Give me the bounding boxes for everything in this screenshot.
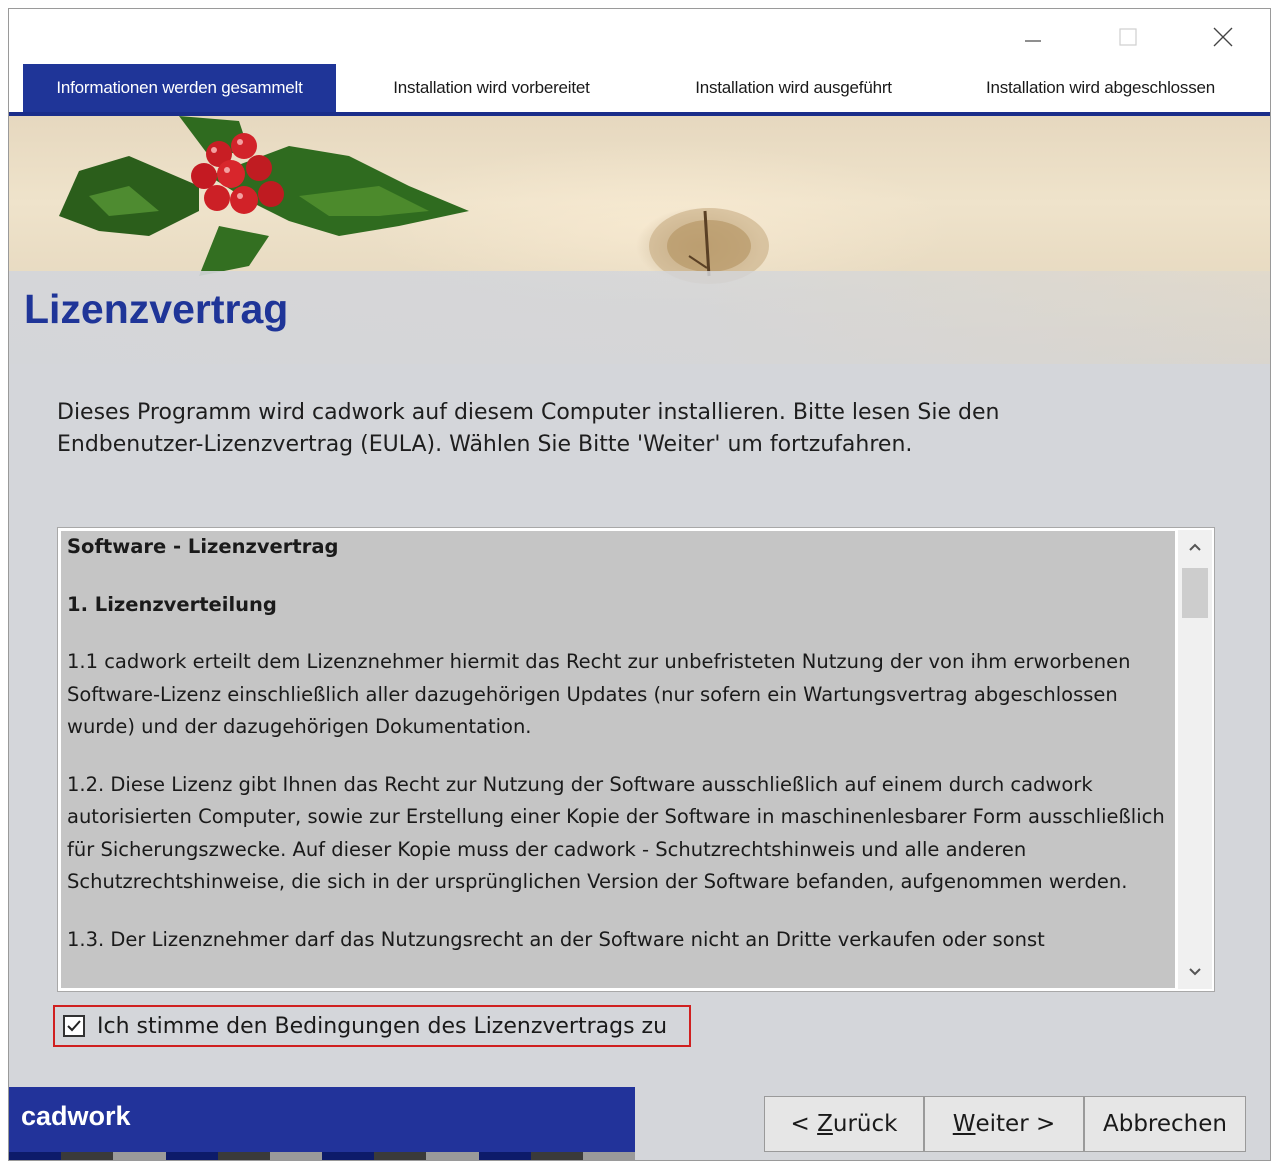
eula-paragraph: 1.2. Diese Lizenz gibt Ihnen das Recht z… xyxy=(67,772,1165,894)
eula-paragraph: 1.3. Der Lizenznehmer darf das Nutzungsr… xyxy=(67,927,1045,951)
next-button-label: eiter > xyxy=(975,1111,1056,1137)
eula-section-title: 1. Lizenzverteilung xyxy=(67,592,277,616)
scroll-up-button[interactable] xyxy=(1178,530,1212,564)
brand-bar: cadwork xyxy=(9,1087,636,1160)
eula-paragraph: 1.1 cadwork erteilt dem Lizenznehmer hie… xyxy=(67,650,1131,738)
cancel-button[interactable]: Abbrechen xyxy=(1084,1096,1246,1152)
minimize-icon xyxy=(1025,40,1041,42)
intro-line: Dieses Programm wird cadwork auf diesem … xyxy=(57,400,1000,425)
tab-step-prepare: Installation wird vorbereitet xyxy=(349,64,634,112)
back-button-prefix: < xyxy=(790,1111,818,1137)
maximize-button[interactable] xyxy=(1105,17,1151,57)
tab-label: Installation wird vorbereitet xyxy=(393,78,590,97)
tab-label: Installation wird abgeschlossen xyxy=(985,78,1216,97)
intro-text: Dieses Programm wird cadwork auf diesem … xyxy=(57,397,1157,461)
eula-textbox[interactable]: Software - Lizenzvertrag 1. Lizenzvertei… xyxy=(57,527,1215,992)
agreement-highlight: Ich stimme den Bedingungen des Lizenzver… xyxy=(53,1005,691,1047)
tab-label: Installation wird ausgeführt xyxy=(695,78,892,97)
intro-line: Endbenutzer-Lizenzvertrag (EULA). Wählen… xyxy=(57,432,913,457)
chevron-up-icon xyxy=(1189,543,1201,551)
agreement-label[interactable]: Ich stimme den Bedingungen des Lizenzver… xyxy=(97,1014,667,1039)
next-button[interactable]: Weiter > xyxy=(924,1096,1084,1152)
brand-logo-text: cadwork xyxy=(21,1101,131,1131)
close-icon xyxy=(1213,27,1233,47)
back-button-mnemonic: Z xyxy=(817,1111,833,1137)
chevron-down-icon xyxy=(1189,968,1201,976)
header-banner: Lizenzvertrag xyxy=(9,116,1270,364)
installer-window: Informationen werden gesammelt Installat… xyxy=(8,8,1271,1161)
eula-heading: Software - Lizenzvertrag xyxy=(67,535,339,558)
close-button[interactable] xyxy=(1200,17,1246,57)
tab-step-information: Informationen werden gesammelt xyxy=(23,64,336,112)
vertical-scrollbar[interactable] xyxy=(1178,530,1212,989)
back-button[interactable]: < Zurück xyxy=(764,1096,924,1152)
scroll-thumb[interactable] xyxy=(1182,568,1208,618)
eula-content: Software - Lizenzvertrag 1. Lizenzvertei… xyxy=(61,531,1175,988)
cancel-button-label: Abbrechen xyxy=(1103,1111,1227,1137)
tab-step-install: Installation wird ausgeführt xyxy=(651,64,936,112)
minimize-button[interactable] xyxy=(1010,17,1056,57)
holly-image xyxy=(59,116,469,276)
maximize-icon xyxy=(1119,28,1137,46)
brand-stripe xyxy=(9,1152,636,1160)
step-tabs: Informationen werden gesammelt Installat… xyxy=(9,64,1270,116)
title-bar xyxy=(9,9,1270,64)
tab-step-finish: Installation wird abgeschlossen xyxy=(953,64,1248,112)
page-title: Lizenzvertrag xyxy=(24,286,289,332)
tab-label: Informationen werden gesammelt xyxy=(56,78,303,97)
scroll-down-button[interactable] xyxy=(1178,955,1212,989)
back-button-label: urück xyxy=(832,1111,898,1137)
checkmark-icon xyxy=(67,1020,81,1032)
agreement-checkbox[interactable] xyxy=(63,1015,85,1037)
next-button-mnemonic: W xyxy=(952,1111,976,1137)
